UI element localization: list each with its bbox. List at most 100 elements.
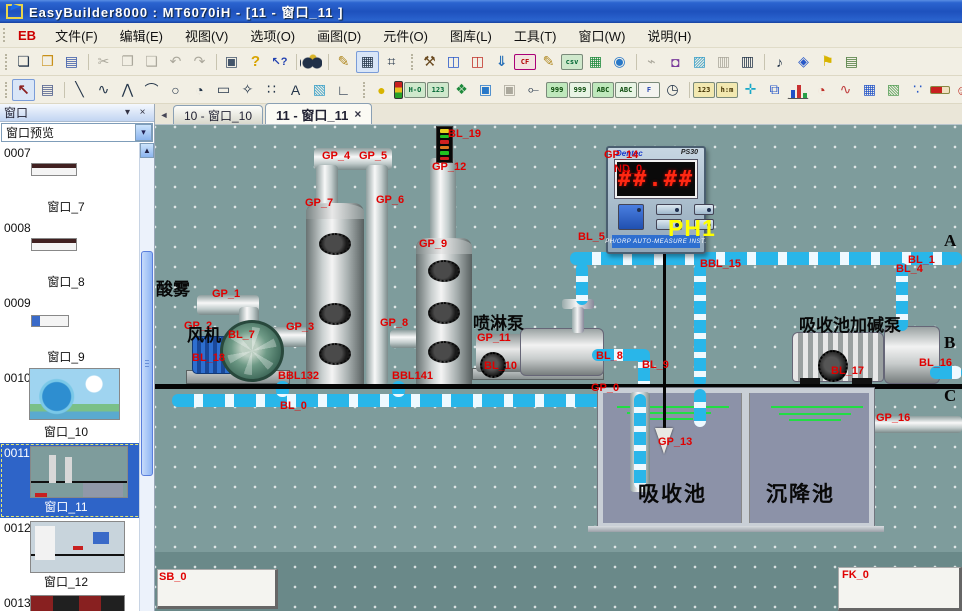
picture-manager-icon[interactable]: ▨ xyxy=(688,51,711,73)
design-canvas[interactable]: Dentec PS30 ##.## PH/ORP AUTO-MEA xyxy=(155,125,962,611)
alarm-bar-icon[interactable] xyxy=(930,86,950,94)
menu-item[interactable]: 视图(V) xyxy=(174,23,239,48)
trend-display-icon[interactable]: ∿ xyxy=(834,79,857,101)
meter-display-icon[interactable]: ◔ xyxy=(810,79,833,101)
context-help-icon[interactable]: ↖? xyxy=(268,51,291,73)
menu-item[interactable]: EB xyxy=(10,25,44,46)
address-bag-icon[interactable]: ◘ xyxy=(664,51,687,73)
pen-icon[interactable]: ✎ xyxy=(332,51,355,73)
meter-button[interactable] xyxy=(656,204,682,215)
recipe-table-icon[interactable]: ▦ xyxy=(584,51,607,73)
line-icon[interactable]: ╲ xyxy=(68,79,91,101)
tab-scroll-left-icon[interactable]: ◄ xyxy=(157,107,171,123)
chevron-down-icon[interactable]: ▾ xyxy=(135,124,152,141)
menu-item[interactable]: 说明(H) xyxy=(636,23,702,48)
time-display-icon[interactable]: h:m xyxy=(716,82,738,98)
polyline-icon[interactable]: ⋀ xyxy=(116,79,139,101)
window-thumbnail[interactable] xyxy=(30,595,125,611)
canvas-label[interactable]: BL_16 xyxy=(919,357,952,369)
undo-icon[interactable]: ↶ xyxy=(164,51,187,73)
canvas-label[interactable]: BBL_15 xyxy=(700,258,741,270)
memo-icon[interactable]: ▤ xyxy=(840,51,863,73)
group-library-icon[interactable]: ▥ xyxy=(712,51,735,73)
plugin-icon[interactable]: ⌁ xyxy=(640,51,663,73)
toggle-switch-icon[interactable]: H-O xyxy=(404,82,426,98)
bezier-icon[interactable]: ∿ xyxy=(92,79,115,101)
ascii-input-icon[interactable]: ABC xyxy=(615,82,637,98)
canvas-label[interactable]: 沉降池 xyxy=(766,483,835,506)
canvas-label[interactable]: GP_0 xyxy=(591,382,619,394)
window-list-item[interactable]: 0011 窗口_11 xyxy=(0,443,154,518)
canvas-label[interactable]: GP_16 xyxy=(876,412,910,424)
open-file-icon[interactable]: ❒ xyxy=(36,51,59,73)
shape-library-icon[interactable]: ◈ xyxy=(792,51,815,73)
canvas-label[interactable]: 吸收池 xyxy=(638,483,707,506)
object-properties-icon[interactable]: ▤ xyxy=(36,79,59,101)
operator-icon[interactable]: ☺ xyxy=(951,79,962,101)
window-thumbnail[interactable] xyxy=(31,163,77,176)
numeric-input-icon[interactable]: 999 xyxy=(569,82,591,98)
paste-icon[interactable]: ❑ xyxy=(140,51,163,73)
valve-stem[interactable] xyxy=(572,307,584,333)
window-list-item[interactable]: 0009 窗口_9 xyxy=(0,293,154,368)
move-shape-icon[interactable]: ✛ xyxy=(739,79,762,101)
compile-icon[interactable]: ◫ xyxy=(442,51,465,73)
canvas-label[interactable]: BL_17 xyxy=(831,365,864,377)
sound-library-icon[interactable]: ♪ xyxy=(768,51,791,73)
cabinet-icon[interactable]: ▥ xyxy=(736,51,759,73)
rectangle-icon[interactable]: ▭ xyxy=(212,79,235,101)
canvas-label[interactable]: A xyxy=(944,232,956,251)
dip-tube-cyan[interactable] xyxy=(634,394,646,489)
pie-icon[interactable]: ◔ xyxy=(188,79,211,101)
window-thumbnail[interactable] xyxy=(30,446,128,498)
window-preview-dropdown[interactable]: 窗口预览 ▾ xyxy=(1,123,153,142)
menu-item[interactable]: 窗口(W) xyxy=(567,23,636,48)
canvas-label[interactable]: BL_7 xyxy=(228,329,255,341)
pane-collapse-icon[interactable]: ▾ xyxy=(120,106,135,120)
menu-item[interactable]: 选项(O) xyxy=(239,23,306,48)
canvas-label[interactable]: 风机 xyxy=(187,327,221,346)
canvas-label[interactable]: B xyxy=(944,334,955,353)
canvas-label[interactable]: SB_0 xyxy=(159,571,187,583)
canvas-label[interactable]: BBL132 xyxy=(278,370,319,382)
probe-cable[interactable] xyxy=(663,252,666,432)
canvas-label[interactable]: GP_14 xyxy=(604,149,638,161)
canvas-label[interactable]: C xyxy=(944,387,956,406)
word-lamp-icon[interactable]: ❖ xyxy=(450,79,473,101)
cyan-pipe-bl5-drop[interactable] xyxy=(576,263,588,305)
window-thumbnail[interactable] xyxy=(29,368,120,420)
menu-item[interactable]: 编辑(E) xyxy=(109,23,174,48)
window-list-item[interactable]: 0008 窗口_8 xyxy=(0,218,154,293)
frame-icon[interactable]: ∟ xyxy=(332,79,355,101)
canvas-label[interactable]: 吸收池加碱泵 xyxy=(799,317,901,336)
window-list-item[interactable]: 0007 窗口_7 xyxy=(0,143,154,218)
canvas-label[interactable]: BL_18 xyxy=(192,352,225,364)
canvas-label[interactable]: BL_10 xyxy=(484,360,517,372)
meter-button[interactable] xyxy=(694,204,714,215)
canvas-label[interactable]: GP_8 xyxy=(380,317,408,329)
tab-window-11[interactable]: 11 - 窗口_11 × xyxy=(265,103,372,124)
ascii-display-icon[interactable]: ABC xyxy=(592,82,614,98)
canvas-label[interactable]: BL_9 xyxy=(642,359,669,371)
menu-item[interactable]: 工具(T) xyxy=(503,23,568,48)
redo-icon[interactable]: ↷ xyxy=(188,51,211,73)
scale-icon[interactable]: ∷ xyxy=(260,79,283,101)
cyan-pipe-bl15-drop[interactable] xyxy=(694,263,706,387)
tag-library-icon[interactable]: ⚑ xyxy=(816,51,839,73)
online-simulate-icon[interactable]: ◉ xyxy=(608,51,631,73)
window-list-scrollbar[interactable]: ▲ xyxy=(139,143,154,611)
canvas-label[interactable]: 喷淋泵 xyxy=(473,315,524,334)
scrubber-tower-1[interactable] xyxy=(306,203,364,385)
function-key-icon[interactable]: F xyxy=(638,82,660,98)
canvas-label[interactable]: BL_19 xyxy=(448,128,481,140)
scrubber-tower-2[interactable] xyxy=(416,238,472,385)
canvas-label[interactable]: FK_0 xyxy=(842,569,869,581)
canvas-label[interactable]: GP_6 xyxy=(376,194,404,206)
canvas-label[interactable]: GP_11 xyxy=(477,332,511,344)
new-file-icon[interactable]: ❏ xyxy=(12,51,35,73)
help-icon[interactable]: ? xyxy=(244,51,267,73)
csv-icon[interactable]: csv xyxy=(561,54,583,70)
save-icon[interactable]: ▤ xyxy=(60,51,83,73)
picture-icon[interactable]: ▧ xyxy=(308,79,331,101)
canvas-label[interactable]: GP_13 xyxy=(658,436,692,448)
